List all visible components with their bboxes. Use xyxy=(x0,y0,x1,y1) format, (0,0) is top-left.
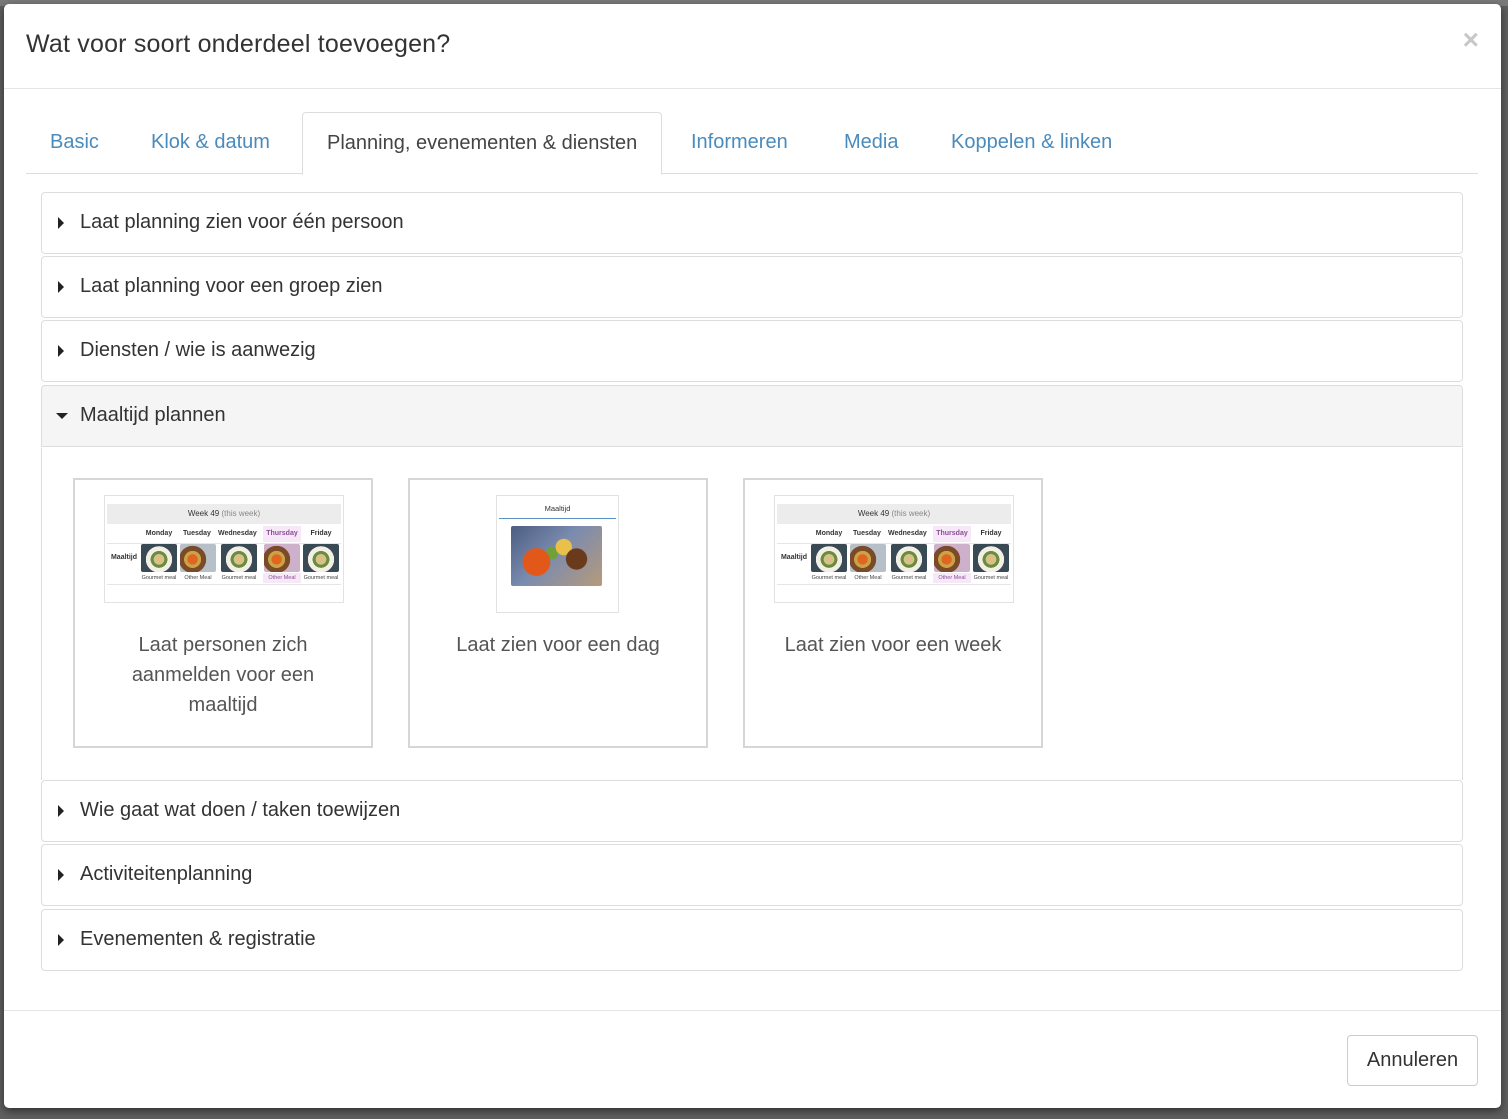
caret-right-icon xyxy=(58,805,64,817)
panel-label: Maaltijd plannen xyxy=(80,404,226,426)
thumb-meal-caption: Other Meal xyxy=(854,575,882,581)
panel-maaltijd-plannen[interactable]: Maaltijd plannen xyxy=(41,385,1463,447)
panel-activiteitenplanning[interactable]: Activiteitenplanning xyxy=(41,844,1463,906)
thumb-divider xyxy=(499,518,616,519)
week-thumbnail: Week 49 (this week) Monday Tuesday Wedne… xyxy=(104,495,344,603)
thumb-day-label: Wednesday xyxy=(218,530,257,537)
thumb-day-label: Tuesday xyxy=(853,530,881,537)
thumb-meal-caption: Other Meal xyxy=(263,573,301,583)
caret-right-icon xyxy=(58,345,64,357)
thumb-day-label: Friday xyxy=(310,530,332,537)
caret-down-icon xyxy=(56,413,68,419)
tab-basic[interactable]: Basic xyxy=(26,112,123,174)
thumb-day-label: Thursday xyxy=(933,526,971,542)
add-component-modal: Wat voor soort onderdeel toevoegen? × Ba… xyxy=(4,4,1501,1108)
thumb-day-title: Maaltijd xyxy=(544,504,571,513)
thumb-day-label: Thursday xyxy=(263,526,301,542)
meal-photo xyxy=(221,544,257,572)
thumb-meal-caption: Gourmet meal xyxy=(141,575,177,581)
thumb-day-label: Friday xyxy=(980,530,1002,537)
thumb-meal-caption: Other Meal xyxy=(184,575,212,581)
grid-line xyxy=(777,584,1011,585)
panel-label: Laat planning zien voor één persoon xyxy=(80,211,404,233)
panel-planning-groep[interactable]: Laat planning voor een groep zien xyxy=(41,256,1463,318)
panel-taken-toewijzen[interactable]: Wie gaat wat doen / taken toewijzen xyxy=(41,780,1463,842)
modal-title: Wat voor soort onderdeel toevoegen? xyxy=(26,30,451,58)
meal-photo xyxy=(264,544,300,572)
tab-informeren[interactable]: Informeren xyxy=(667,112,812,174)
cancel-button[interactable]: Annuleren xyxy=(1347,1035,1478,1086)
meal-photo xyxy=(973,544,1009,572)
panel-label: Activiteitenplanning xyxy=(80,863,253,885)
thumb-day-label: Monday xyxy=(145,530,173,537)
card-aanmelden-maaltijd[interactable]: Week 49 (this week) Monday Tuesday Wedne… xyxy=(73,478,373,748)
thumb-day-label: Tuesday xyxy=(183,530,211,537)
meal-photo xyxy=(141,544,177,572)
day-thumbnail: Maaltijd xyxy=(496,495,619,613)
week-note: (this week) xyxy=(221,509,261,518)
category-tabs: Basic Klok & datum Planning, evenementen… xyxy=(26,112,1478,175)
meal-photo xyxy=(180,544,216,572)
thumb-row-label: Maaltijd xyxy=(780,554,808,561)
card-label: Laat personen zich aanmelden voor een ma… xyxy=(131,634,315,716)
week-thumbnail: Week 49 (this week) Monday Tuesday Wedne… xyxy=(774,495,1014,603)
week-number: Week 49 xyxy=(857,509,890,518)
modal-footer: Annuleren xyxy=(4,1010,1501,1108)
meal-photo xyxy=(934,544,970,572)
card-zien-dag[interactable]: Maaltijd Laat zien voor een dag xyxy=(408,478,708,748)
caret-right-icon xyxy=(58,281,64,293)
thumb-meal-caption: Gourmet meal xyxy=(811,575,847,581)
thumb-row-label: Maaltijd xyxy=(110,554,138,561)
meal-photo xyxy=(303,544,339,572)
grid-line xyxy=(107,543,341,544)
tab-media[interactable]: Media xyxy=(820,112,922,174)
panel-label: Diensten / wie is aanwezig xyxy=(80,339,316,361)
tab-koppelen-linken[interactable]: Koppelen & linken xyxy=(927,112,1136,174)
meal-photo xyxy=(511,526,602,586)
thumb-day-label: Wednesday xyxy=(888,530,927,537)
tab-klok-datum[interactable]: Klok & datum xyxy=(127,112,294,174)
caret-right-icon xyxy=(58,869,64,881)
card-zien-week[interactable]: Week 49 (this week) Monday Tuesday Wedne… xyxy=(743,478,1043,748)
thumb-meal-caption: Gourmet meal xyxy=(221,575,257,581)
modal-header: Wat voor soort onderdeel toevoegen? × xyxy=(4,4,1501,89)
tab-planning-evenementen-diensten[interactable]: Planning, evenementen & diensten xyxy=(302,112,663,175)
thumb-week-header: Week 49 (this week) xyxy=(777,504,1011,524)
panel-label: Laat planning voor een groep zien xyxy=(80,275,383,297)
card-label: Laat zien voor een dag xyxy=(456,634,660,656)
meal-photo xyxy=(811,544,847,572)
card-label: Laat zien voor een week xyxy=(784,634,1002,656)
thumb-meal-caption: Gourmet meal xyxy=(973,575,1009,581)
panel-planning-een-persoon[interactable]: Laat planning zien voor één persoon xyxy=(41,192,1463,254)
thumb-day-label: Monday xyxy=(815,530,843,537)
week-note: (this week) xyxy=(891,509,931,518)
grid-line xyxy=(777,543,1011,544)
thumb-meal-caption: Gourmet meal xyxy=(891,575,927,581)
meal-photo xyxy=(891,544,927,572)
thumb-meal-caption: Gourmet meal xyxy=(303,575,339,581)
thumb-meal-caption: Other Meal xyxy=(933,573,971,583)
grid-line xyxy=(107,584,341,585)
panel-label: Evenementen & registratie xyxy=(80,928,316,950)
caret-right-icon xyxy=(58,934,64,946)
thumb-week-header: Week 49 (this week) xyxy=(107,504,341,524)
caret-right-icon xyxy=(58,217,64,229)
meal-photo xyxy=(850,544,886,572)
week-number: Week 49 xyxy=(187,509,220,518)
panel-label: Wie gaat wat doen / taken toewijzen xyxy=(80,799,401,821)
panel-diensten[interactable]: Diensten / wie is aanwezig xyxy=(41,320,1463,382)
panel-evenementen-registratie[interactable]: Evenementen & registratie xyxy=(41,909,1463,971)
close-icon[interactable]: × xyxy=(1463,26,1479,54)
